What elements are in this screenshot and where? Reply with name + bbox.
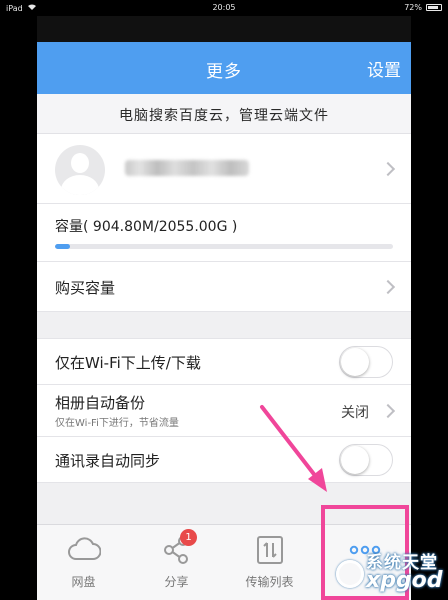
ipad-status-bar: iPad 20:05 72%	[0, 0, 448, 16]
nav-bar: 更多 设置	[37, 42, 411, 94]
album-backup-value: 关闭	[341, 405, 369, 421]
battery-icon	[426, 4, 442, 11]
album-backup-sub: 仅在Wi-Fi下进行，节省流量	[55, 418, 179, 429]
promo-banner: 电脑搜索百度云，管理云端文件	[37, 94, 411, 134]
contacts-sync-label: 通讯录自动同步	[55, 452, 161, 470]
chevron-right-icon	[380, 403, 396, 419]
transfer-icon	[257, 536, 283, 564]
buy-capacity-row[interactable]: 购买容量	[37, 262, 411, 312]
tab-netdisk[interactable]: 网盘	[37, 525, 130, 600]
tab-transfer-list[interactable]: 传输列表	[223, 525, 316, 600]
chevron-right-icon	[380, 279, 396, 295]
capacity-progress-fill	[55, 244, 70, 249]
clock: 20:05	[212, 3, 236, 12]
battery-percent: 72%	[404, 3, 422, 12]
avatar	[55, 145, 105, 195]
tab-share[interactable]: 1 分享	[130, 525, 223, 600]
cloud-icon	[68, 537, 101, 560]
contacts-sync-row: 通讯录自动同步	[37, 437, 411, 483]
watermark-line2: xpgod	[366, 568, 443, 593]
tab-label: 分享	[164, 575, 189, 589]
share-badge: 1	[180, 529, 197, 546]
tab-label: 网盘	[71, 575, 96, 589]
settings-button[interactable]: 设置	[367, 56, 401, 81]
top-band	[37, 16, 411, 42]
blurred-username	[125, 160, 249, 176]
capacity-label: 容量( 904.80M/2055.00G )	[55, 219, 238, 235]
section-gap	[37, 312, 411, 339]
watermark-logo: 系统天堂 xpgod	[334, 546, 446, 598]
watermark-ring-icon	[336, 560, 364, 588]
album-backup-label: 相册自动备份	[55, 394, 146, 412]
wifi-only-toggle[interactable]	[339, 346, 393, 378]
account-row[interactable]	[37, 134, 411, 204]
contacts-sync-toggle[interactable]	[339, 444, 393, 476]
wifi-only-row: 仅在Wi-Fi下上传/下载	[37, 339, 411, 385]
capacity-progress-bar	[55, 244, 393, 249]
page-title: 更多	[206, 62, 242, 82]
wifi-only-label: 仅在Wi-Fi下上传/下载	[55, 354, 201, 372]
album-backup-row[interactable]: 相册自动备份 仅在Wi-Fi下进行，节省流量 关闭	[37, 385, 411, 437]
tab-label: 传输列表	[245, 575, 294, 589]
buy-capacity-label: 购买容量	[55, 279, 116, 297]
capacity-row: 容量( 904.80M/2055.00G )	[37, 204, 411, 262]
chevron-right-icon	[380, 161, 396, 177]
app-screen: 更多 设置 电脑搜索百度云，管理云端文件 容量( 904.80M/2055.00…	[37, 16, 411, 600]
